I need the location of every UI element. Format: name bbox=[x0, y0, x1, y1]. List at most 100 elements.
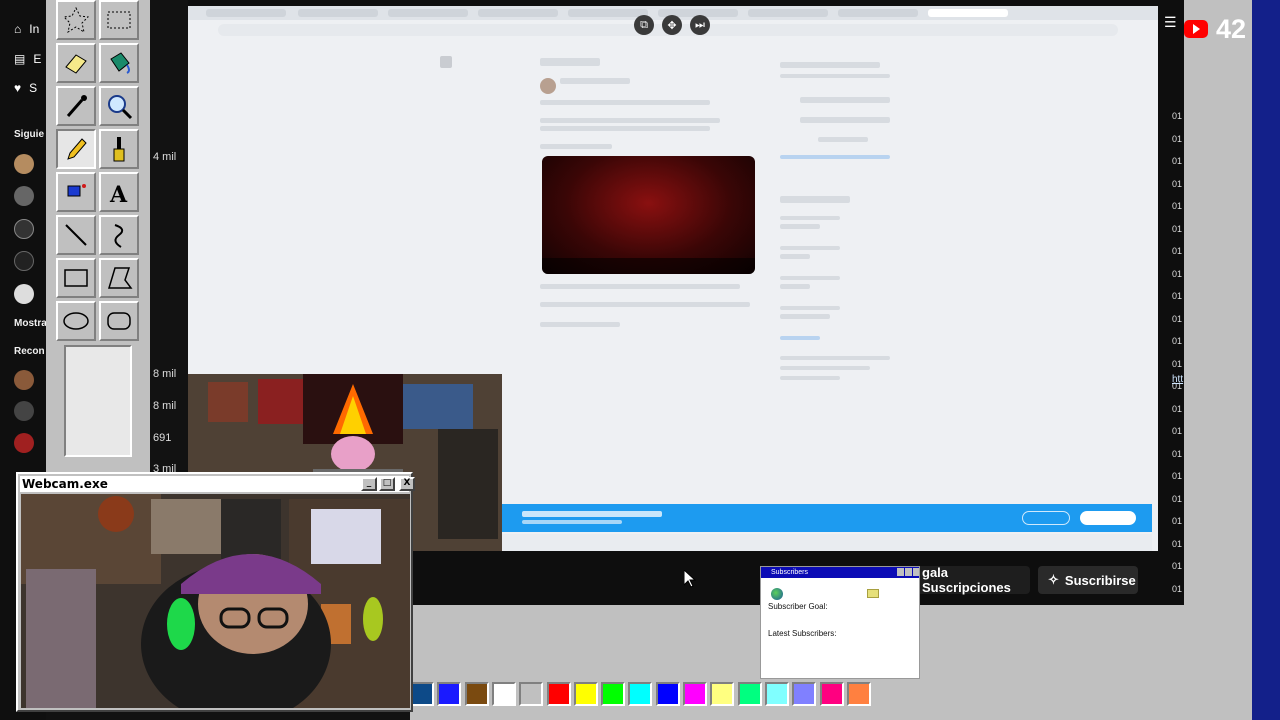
ellipse-tool-icon bbox=[63, 312, 89, 330]
subscriber-goal-label: Subscriber Goal: bbox=[768, 602, 828, 611]
widget-title: Subscribers bbox=[761, 567, 919, 578]
maximize-button[interactable]: □ bbox=[379, 477, 395, 491]
curve-tool-tool-button[interactable] bbox=[99, 215, 139, 255]
rect-select-tool-button[interactable] bbox=[99, 0, 139, 40]
palette-swatch[interactable] bbox=[519, 682, 544, 706]
avatar[interactable] bbox=[14, 154, 34, 174]
brush-icon bbox=[113, 137, 125, 162]
heart-icon: ♥ bbox=[14, 81, 22, 95]
palette-swatch[interactable] bbox=[601, 682, 626, 706]
rect-select-icon bbox=[107, 11, 131, 29]
palette-swatch[interactable] bbox=[819, 682, 844, 706]
palette-swatch[interactable] bbox=[546, 682, 571, 706]
webcam-window[interactable]: Webcam.exe _ □ X bbox=[16, 472, 415, 712]
avatar[interactable] bbox=[14, 401, 34, 421]
mouse-cursor-icon bbox=[684, 570, 696, 588]
polygon-tool-icon bbox=[107, 267, 133, 289]
palette-swatch[interactable] bbox=[655, 682, 680, 706]
curve-tool-icon bbox=[114, 224, 124, 248]
home-icon: ⌂ bbox=[14, 22, 22, 36]
stat-text: 4 mil bbox=[153, 151, 177, 163]
timestamp-text: 01 bbox=[1172, 111, 1183, 121]
window-titlebar[interactable]: Webcam.exe _ □ X bbox=[20, 476, 415, 492]
palette-swatch[interactable] bbox=[683, 682, 707, 706]
timestamp-text: 01 bbox=[1172, 246, 1183, 256]
button-label: gala Suscripciones bbox=[922, 565, 1011, 595]
eraser-tool-button[interactable] bbox=[56, 43, 96, 83]
x-signup-banner bbox=[502, 504, 1152, 532]
svg-text:A: A bbox=[109, 182, 128, 206]
subscribe-button[interactable]: ✧ Suscribirse bbox=[1038, 566, 1138, 594]
line-tool-tool-button[interactable] bbox=[56, 215, 96, 255]
fill-bucket-icon bbox=[110, 52, 130, 74]
avatar[interactable] bbox=[14, 370, 34, 390]
minimize-icon[interactable] bbox=[897, 568, 904, 576]
pip-icon[interactable]: ⧉ bbox=[634, 15, 654, 35]
gift-subscriptions-button[interactable]: gala Suscripciones bbox=[912, 565, 1030, 595]
timestamp-text: 01 bbox=[1172, 426, 1183, 436]
palette-swatch[interactable] bbox=[710, 682, 735, 706]
timestamp-text: 01 bbox=[1172, 516, 1183, 526]
avatar[interactable] bbox=[14, 251, 34, 271]
folder-icon bbox=[867, 589, 879, 598]
palette-swatch[interactable] bbox=[792, 682, 817, 706]
rectangle-tool-tool-button[interactable] bbox=[56, 258, 96, 298]
eraser-icon bbox=[65, 54, 87, 74]
palette-swatch[interactable] bbox=[737, 682, 762, 706]
timestamp-text: 01 bbox=[1172, 268, 1183, 279]
palette-swatch[interactable] bbox=[628, 682, 653, 706]
rounded-rect-tool-tool-button[interactable] bbox=[99, 301, 139, 341]
palette-swatch[interactable] bbox=[764, 682, 789, 706]
text-tool-tool-button[interactable]: A bbox=[99, 172, 139, 212]
subscribers-widget: Subscribers Subscriber Goal: Latest Subs… bbox=[760, 566, 920, 679]
free-select-tool-button[interactable] bbox=[56, 0, 96, 40]
polygon-tool-tool-button[interactable] bbox=[99, 258, 139, 298]
palette-swatch[interactable] bbox=[437, 682, 462, 706]
brush-tool-button[interactable] bbox=[99, 129, 139, 169]
magnifier-icon bbox=[108, 95, 133, 120]
palette-swatch[interactable] bbox=[464, 682, 489, 706]
close-button[interactable]: X bbox=[399, 477, 415, 491]
avatar[interactable] bbox=[14, 186, 34, 206]
palette-swatch[interactable] bbox=[573, 682, 598, 706]
airbrush-tool-button[interactable] bbox=[56, 172, 96, 212]
avatar[interactable] bbox=[14, 433, 34, 453]
timestamp-text: 01 bbox=[1172, 583, 1183, 594]
middle-column: 4 mil 8 mil 8 mil 691 3 mil bbox=[150, 0, 188, 475]
webcam-scene bbox=[21, 494, 410, 708]
magnifier-tool-button[interactable] bbox=[99, 86, 139, 126]
minimize-button[interactable]: _ bbox=[361, 477, 377, 491]
color-picker-tool-button[interactable] bbox=[56, 86, 96, 126]
fullscreen-icon[interactable]: ✥ bbox=[662, 15, 682, 35]
globe-icon bbox=[771, 588, 783, 600]
window-edge bbox=[1252, 0, 1280, 720]
avatar[interactable] bbox=[14, 219, 34, 239]
timestamp-text: 01 bbox=[1172, 403, 1183, 414]
ellipse-tool-tool-button[interactable] bbox=[56, 301, 96, 341]
recommended-heading: Recon bbox=[14, 346, 45, 357]
close-icon[interactable] bbox=[913, 568, 919, 576]
maximize-icon[interactable] bbox=[905, 568, 912, 576]
timestamp-text: 01 bbox=[1172, 291, 1183, 301]
palette-swatch[interactable] bbox=[491, 682, 516, 706]
stat-text: 8 mil bbox=[153, 400, 177, 412]
timestamp-text: 01 bbox=[1172, 493, 1183, 504]
chat-link[interactable]: htt bbox=[1172, 374, 1183, 385]
sparkle-icon: ✧ bbox=[1048, 572, 1059, 587]
timestamp-text: 01 bbox=[1172, 538, 1183, 549]
latest-subscribers-label: Latest Subscribers: bbox=[768, 629, 837, 638]
viewer-count: 42 bbox=[1216, 13, 1247, 44]
chat-timestamps: 01 01 01 01 01 01 01 01 01 01 01 01 01 01 01 01 01 01 01 01… bbox=[1160, 0, 1190, 600]
timestamp-text: 01 bbox=[1172, 133, 1183, 144]
tool-options-panel[interactable] bbox=[64, 345, 132, 457]
skip-icon[interactable]: ⏭ bbox=[690, 15, 710, 35]
fill-bucket-tool-button[interactable] bbox=[99, 43, 139, 83]
palette-swatch[interactable] bbox=[846, 682, 871, 706]
show-more-heading[interactable]: Mostra bbox=[14, 318, 47, 329]
pencil-tool-button[interactable] bbox=[56, 129, 96, 169]
following-heading: Siguie bbox=[14, 129, 45, 140]
timestamp-text: 01 bbox=[1172, 471, 1183, 481]
embedded-video bbox=[542, 156, 755, 274]
avatar[interactable] bbox=[14, 284, 34, 304]
palette-swatch[interactable] bbox=[410, 682, 434, 706]
